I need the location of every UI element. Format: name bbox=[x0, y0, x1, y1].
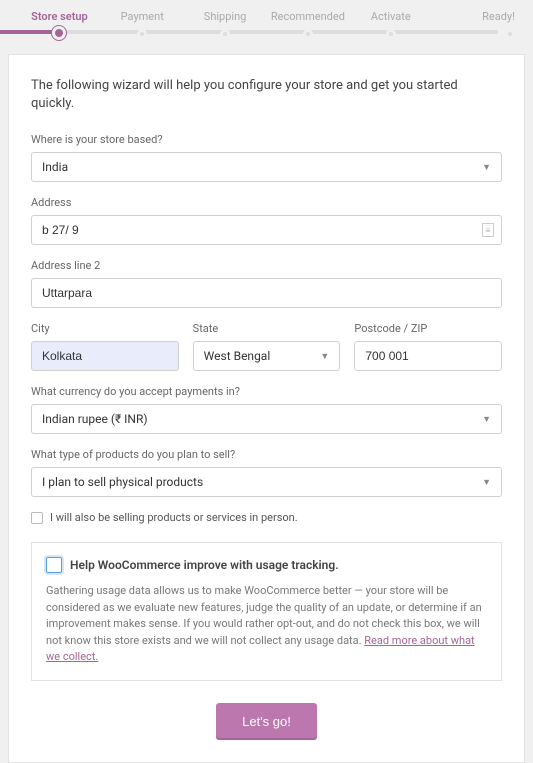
step-dot-icon bbox=[220, 29, 230, 39]
step-activate[interactable]: Activate bbox=[349, 10, 432, 40]
step-shipping[interactable]: Shipping bbox=[184, 10, 267, 40]
field-postcode: Postcode / ZIP bbox=[354, 322, 502, 371]
address-input[interactable] bbox=[31, 215, 502, 245]
step-label: Shipping bbox=[204, 10, 247, 23]
currency-value: Indian rupee (₹ INR) bbox=[42, 412, 148, 426]
state-label: State bbox=[193, 322, 341, 335]
step-store-setup[interactable]: Store setup bbox=[18, 10, 101, 40]
store-location-select[interactable]: India ▼ bbox=[31, 152, 502, 182]
address2-label: Address line 2 bbox=[31, 259, 502, 272]
address-label: Address bbox=[31, 196, 502, 209]
intro-text: The following wizard will help you confi… bbox=[31, 77, 502, 113]
step-payment[interactable]: Payment bbox=[101, 10, 184, 40]
field-currency: What currency do you accept payments in?… bbox=[31, 385, 502, 434]
step-label: Payment bbox=[121, 10, 164, 23]
lets-go-button[interactable]: Let's go! bbox=[216, 703, 317, 740]
step-dot-icon bbox=[137, 29, 147, 39]
store-location-label: Where is your store based? bbox=[31, 133, 502, 146]
step-dot-icon bbox=[505, 29, 515, 39]
tracking-title: Help WooCommerce improve with usage trac… bbox=[70, 558, 339, 572]
field-address2: Address line 2 bbox=[31, 259, 502, 308]
chevron-down-icon: ▼ bbox=[482, 162, 491, 173]
chevron-down-icon: ▼ bbox=[320, 351, 329, 362]
step-label: Ready! bbox=[482, 10, 515, 23]
step-label: Store setup bbox=[31, 10, 88, 23]
step-dot-icon bbox=[386, 29, 396, 39]
wizard-card: The following wizard will help you confi… bbox=[8, 54, 525, 763]
address-card-icon: ≡ bbox=[482, 223, 494, 237]
step-recommended[interactable]: Recommended bbox=[266, 10, 349, 40]
address2-input[interactable] bbox=[31, 278, 502, 308]
tracking-text: Gathering usage data allows us to make W… bbox=[46, 583, 487, 666]
product-type-label: What type of products do you plan to sel… bbox=[31, 448, 502, 461]
city-input[interactable] bbox=[31, 341, 179, 371]
in-person-checkbox[interactable] bbox=[31, 512, 43, 524]
city-label: City bbox=[31, 322, 179, 335]
chevron-down-icon: ▼ bbox=[482, 477, 491, 488]
product-type-value: I plan to sell physical products bbox=[42, 475, 203, 489]
state-value: West Bengal bbox=[204, 349, 271, 363]
field-state: State West Bengal ▼ bbox=[193, 322, 341, 371]
step-label: Activate bbox=[371, 10, 411, 23]
store-location-value: India bbox=[42, 160, 68, 174]
currency-label: What currency do you accept payments in? bbox=[31, 385, 502, 398]
row-city-state-zip: City State West Bengal ▼ Postcode / ZIP bbox=[31, 322, 502, 371]
in-person-row[interactable]: I will also be selling products or servi… bbox=[31, 511, 502, 524]
step-label: Recommended bbox=[271, 10, 345, 23]
currency-select[interactable]: Indian rupee (₹ INR) ▼ bbox=[31, 404, 502, 434]
wizard-stepper: Store setup Payment Shipping Recommended… bbox=[0, 0, 533, 40]
step-dot-icon bbox=[55, 29, 63, 37]
step-ready[interactable]: Ready! bbox=[432, 10, 515, 40]
state-select[interactable]: West Bengal ▼ bbox=[193, 341, 341, 371]
step-dot-icon bbox=[303, 29, 313, 39]
postcode-label: Postcode / ZIP bbox=[354, 322, 502, 335]
field-city: City bbox=[31, 322, 179, 371]
field-product-type: What type of products do you plan to sel… bbox=[31, 448, 502, 497]
product-type-select[interactable]: I plan to sell physical products ▼ bbox=[31, 467, 502, 497]
submit-row: Let's go! bbox=[31, 703, 502, 740]
tracking-head[interactable]: Help WooCommerce improve with usage trac… bbox=[46, 557, 487, 573]
field-address: Address ≡ bbox=[31, 196, 502, 245]
tracking-box: Help WooCommerce improve with usage trac… bbox=[31, 542, 502, 681]
postcode-input[interactable] bbox=[354, 341, 502, 371]
field-store-location: Where is your store based? India ▼ bbox=[31, 133, 502, 182]
in-person-label: I will also be selling products or servi… bbox=[50, 511, 298, 524]
chevron-down-icon: ▼ bbox=[482, 414, 491, 425]
tracking-checkbox[interactable] bbox=[46, 557, 62, 573]
